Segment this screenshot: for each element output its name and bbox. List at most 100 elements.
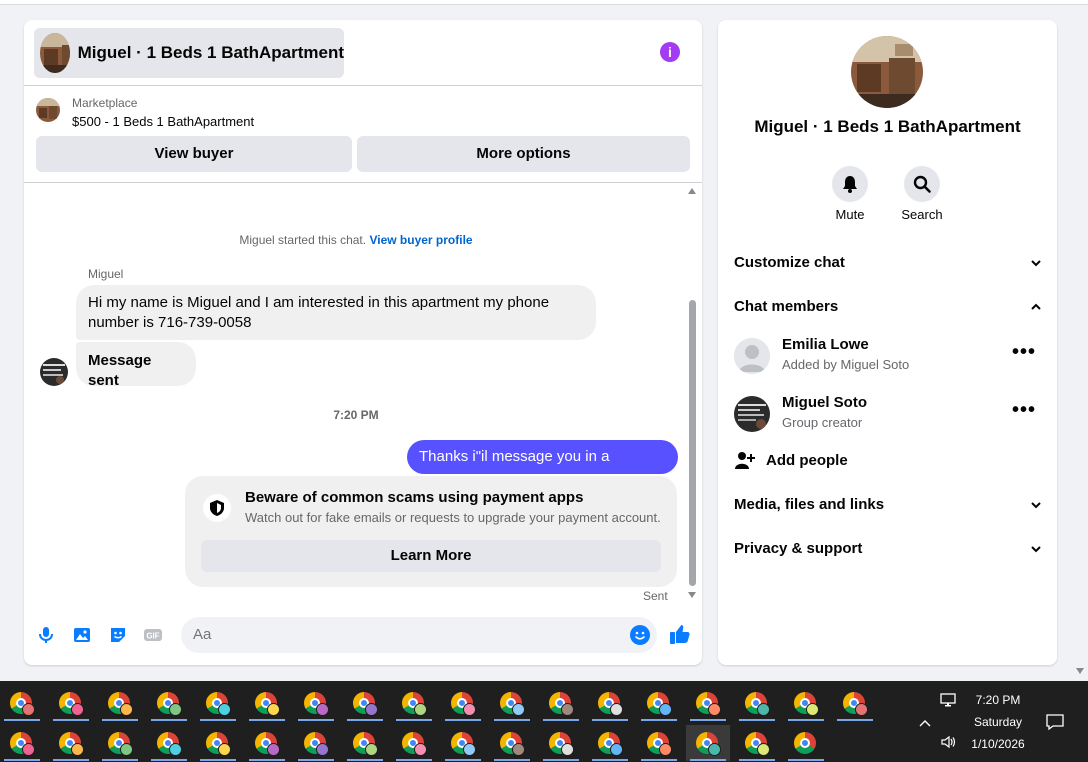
conversation-title-button[interactable]: Miguel · 1 Beds 1 BathApartment — [34, 28, 344, 78]
taskbar-day[interactable]: Saturday — [960, 715, 1036, 729]
running-indicator — [739, 759, 775, 761]
shield-icon — [203, 494, 231, 522]
scroll-down-arrow[interactable] — [688, 592, 696, 598]
message-timestamp: 7:20 PM — [333, 408, 379, 422]
view-buyer-profile-link[interactable]: View buyer profile — [369, 233, 472, 247]
browser-taskbar-button[interactable] — [637, 725, 681, 761]
listing-price-title: $500 - 1 Beds 1 BathApartment — [72, 114, 255, 129]
incoming-message[interactable]: Hi my name is Miguel and I am interested… — [76, 285, 596, 340]
browser-taskbar-button[interactable] — [98, 725, 142, 761]
running-indicator — [445, 719, 481, 721]
chevron-down-icon — [1031, 546, 1041, 553]
more-options-icon[interactable]: ••• — [1012, 400, 1036, 420]
volume-icon[interactable] — [940, 735, 958, 754]
profile-badge-icon — [855, 703, 868, 716]
more-options-button[interactable]: More options — [357, 136, 690, 172]
browser-taskbar-button[interactable] — [49, 725, 93, 761]
running-indicator — [249, 759, 285, 761]
composer: GIF — [24, 617, 702, 653]
browser-taskbar-button[interactable] — [735, 685, 779, 721]
browser-taskbar-button[interactable] — [147, 725, 191, 761]
member-name: Emilia Lowe — [782, 336, 869, 353]
browser-taskbar-button[interactable] — [833, 685, 877, 721]
conversation-title: Miguel · 1 Beds 1 BathApartment — [77, 43, 344, 62]
browser-taskbar-button[interactable] — [196, 685, 240, 721]
member-row[interactable]: Emilia Lowe Added by Miguel Soto ••• — [734, 336, 1044, 380]
browser-taskbar-button[interactable] — [294, 685, 338, 721]
browser-taskbar-button[interactable] — [588, 725, 632, 761]
browser-taskbar-button[interactable] — [588, 685, 632, 721]
browser-taskbar-button[interactable] — [196, 725, 240, 761]
profile-badge-icon — [267, 703, 280, 716]
browser-taskbar-button[interactable] — [784, 725, 828, 761]
customize-chat-section[interactable]: Customize chat — [734, 248, 1044, 278]
browser-taskbar-button[interactable] — [343, 685, 387, 721]
browser-taskbar-button[interactable] — [490, 685, 534, 721]
sticker-icon[interactable] — [108, 625, 128, 645]
browser-taskbar-button[interactable] — [784, 685, 828, 721]
profile-badge-icon — [463, 743, 476, 756]
add-people-button[interactable]: Add people — [734, 448, 934, 474]
view-buyer-button[interactable]: View buyer — [36, 136, 352, 172]
browser-taskbar-button[interactable] — [245, 725, 289, 761]
page-scroll-down-arrow[interactable] — [1076, 668, 1084, 674]
media-files-links-section[interactable]: Media, files and links — [734, 490, 1044, 520]
browser-taskbar-button[interactable] — [392, 725, 436, 761]
running-indicator — [151, 719, 187, 721]
incoming-message[interactable]: Message sent — [76, 342, 196, 389]
taskbar-date[interactable]: 1/10/2026 — [960, 737, 1036, 751]
browser-taskbar-button[interactable] — [539, 685, 583, 721]
search-icon — [913, 175, 931, 193]
privacy-support-section[interactable]: Privacy & support — [734, 534, 1044, 564]
more-options-icon[interactable]: ••• — [1012, 342, 1036, 362]
info-icon[interactable]: i — [660, 42, 680, 62]
avatar[interactable] — [40, 358, 68, 386]
browser-taskbar-button[interactable] — [294, 725, 338, 761]
browser-taskbar-button[interactable] — [392, 685, 436, 721]
chevron-up-icon[interactable] — [918, 715, 932, 733]
running-indicator — [53, 759, 89, 761]
search-button[interactable] — [904, 166, 940, 202]
browser-taskbar-button[interactable] — [245, 685, 289, 721]
browser-taskbar-button[interactable] — [0, 685, 44, 721]
add-people-label: Add people — [766, 452, 848, 469]
conversation-photo — [851, 36, 923, 108]
microphone-icon[interactable] — [36, 625, 56, 645]
network-icon[interactable] — [940, 693, 958, 714]
browser-taskbar-button[interactable] — [147, 685, 191, 721]
browser-taskbar-button[interactable] — [441, 725, 485, 761]
browser-taskbar-button[interactable] — [637, 685, 681, 721]
taskbar-time[interactable]: 7:20 PM — [960, 693, 1036, 707]
running-indicator — [200, 719, 236, 721]
browser-taskbar-button[interactable] — [49, 685, 93, 721]
profile-badge-icon — [169, 743, 182, 756]
browser-taskbar-button[interactable] — [490, 725, 534, 761]
browser-taskbar-button[interactable] — [735, 725, 779, 761]
browser-taskbar-button[interactable] — [539, 725, 583, 761]
browser-taskbar-button[interactable] — [343, 725, 387, 761]
mute-button[interactable] — [832, 166, 868, 202]
chat-members-section[interactable]: Chat members — [734, 292, 1044, 322]
like-icon[interactable] — [669, 623, 691, 650]
message-list[interactable]: Miguel started this chat. View buyer pro… — [24, 183, 702, 603]
member-row[interactable]: Miguel Soto Group creator ••• — [734, 394, 1044, 438]
profile-badge-icon — [512, 703, 525, 716]
browser-taskbar-button[interactable] — [441, 685, 485, 721]
scroll-up-arrow[interactable] — [688, 188, 696, 194]
browser-taskbar-button[interactable] — [686, 685, 730, 721]
outgoing-message[interactable]: Thanks i"il message you in a moment — [407, 440, 678, 499]
learn-more-button[interactable]: Learn More — [201, 540, 661, 572]
photo-icon[interactable] — [72, 625, 92, 645]
browser-taskbar-button[interactable] — [686, 725, 730, 761]
running-indicator — [690, 759, 726, 761]
member-subtitle: Group creator — [782, 415, 863, 430]
browser-taskbar-button[interactable] — [0, 725, 44, 761]
message-input[interactable] — [181, 617, 657, 653]
profile-badge-icon — [708, 743, 721, 756]
notification-icon[interactable] — [1045, 713, 1065, 736]
gif-icon[interactable]: GIF — [143, 625, 163, 645]
browser-taskbar-button[interactable] — [98, 685, 142, 721]
marketplace-listing[interactable]: Marketplace $500 - 1 Beds 1 BathApartmen… — [36, 96, 692, 136]
scrollbar-thumb[interactable] — [689, 300, 696, 586]
emoji-icon[interactable] — [630, 625, 650, 645]
